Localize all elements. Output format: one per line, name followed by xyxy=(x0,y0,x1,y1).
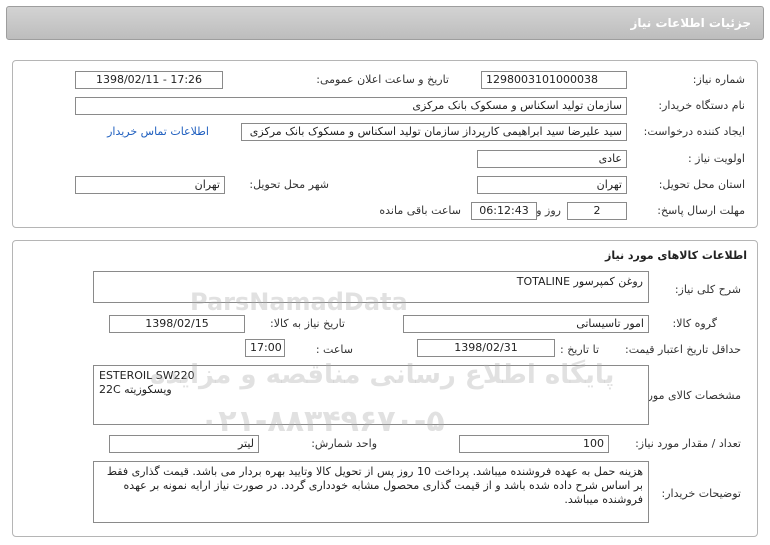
need-info-panel: شماره نیاز: 1298003101000038 تاریخ و ساع… xyxy=(12,60,758,228)
need-number-label: شماره نیاز: xyxy=(692,73,745,86)
summary-field[interactable]: روغن کمپرسور TOTALINE xyxy=(93,271,649,303)
quantity-label: تعداد / مقدار مورد نیاز: xyxy=(635,437,741,450)
page-title: جزئیات اطلاعات نیاز xyxy=(630,16,751,30)
time-field[interactable]: 17:00 xyxy=(245,339,285,357)
specs-field[interactable]: ESTEROIL SW220 ویسکوزیته 22C xyxy=(93,365,649,425)
specs-line-1: ESTEROIL SW220 xyxy=(99,369,195,382)
deadline-label: مهلت ارسال پاسخ: xyxy=(657,204,745,217)
buyer-notes-field[interactable]: هزینه حمل به عهده فروشنده میباشد. پرداخت… xyxy=(93,461,649,523)
deadline-days-field[interactable]: 2 xyxy=(567,202,627,220)
province-field[interactable]: تهران xyxy=(477,176,627,194)
goods-group-field[interactable]: امور تاسیساتی xyxy=(403,315,649,333)
unit-label: واحد شمارش: xyxy=(311,437,377,450)
time-label: ساعت : xyxy=(315,343,353,356)
requester-field[interactable]: سید علیرضا سید ابراهیمی کارپرداز سازمان … xyxy=(241,123,627,141)
deadline-days-label: روز و xyxy=(536,204,561,217)
buyer-contact-link[interactable]: اطلاعات تماس خریدار xyxy=(107,125,209,138)
need-date-label: تاریخ نیاز به کالا: xyxy=(270,317,345,330)
city-label: شهر محل تحویل: xyxy=(249,178,329,191)
need-date-field[interactable]: 1398/02/15 xyxy=(109,315,245,333)
province-label: استان محل تحویل: xyxy=(658,178,745,191)
requester-label: ایجاد کننده درخواست: xyxy=(643,125,745,138)
deadline-remaining-label: ساعت باقی مانده xyxy=(379,204,461,217)
to-date-field[interactable]: 1398/02/31 xyxy=(417,339,555,357)
priority-field[interactable]: عادی xyxy=(477,150,627,168)
specs-line-2: ویسکوزیته 22C xyxy=(99,383,172,396)
city-field[interactable]: تهران xyxy=(75,176,225,194)
validity-label: حداقل تاریخ اعتبار قیمت: xyxy=(625,343,741,356)
buyer-org-label: نام دستگاه خریدار: xyxy=(658,99,745,112)
priority-label: اولویت نیاز : xyxy=(687,152,745,165)
goods-panel: اطلاعات کالاهای مورد نیاز شرح کلی نیاز: … xyxy=(12,240,758,537)
buyer-notes-text: هزینه حمل به عهده فروشنده میباشد. پرداخت… xyxy=(106,465,643,506)
announce-label: تاریخ و ساعت اعلان عمومی: xyxy=(316,73,449,86)
unit-field[interactable]: لیتر xyxy=(109,435,259,453)
summary-label: شرح کلی نیاز: xyxy=(674,283,741,296)
page-header: جزئیات اطلاعات نیاز xyxy=(6,6,764,40)
summary-text: روغن کمپرسور TOTALINE xyxy=(516,275,643,288)
deadline-time-field[interactable]: 06:12:43 xyxy=(471,202,537,220)
to-date-label: تا تاریخ : xyxy=(560,343,599,356)
buyer-org-field[interactable]: سازمان تولید اسکناس و مسکوک بانک مرکزی xyxy=(75,97,627,115)
announce-field[interactable]: 1398/02/11 - 17:26 xyxy=(75,71,223,89)
quantity-field[interactable]: 100 xyxy=(459,435,609,453)
need-number-field[interactable]: 1298003101000038 xyxy=(481,71,627,89)
goods-section-title: اطلاعات کالاهای مورد نیاز xyxy=(605,249,747,262)
goods-group-label: گروه کالا: xyxy=(672,317,717,330)
buyer-notes-label: توضیحات خریدار: xyxy=(661,487,742,500)
